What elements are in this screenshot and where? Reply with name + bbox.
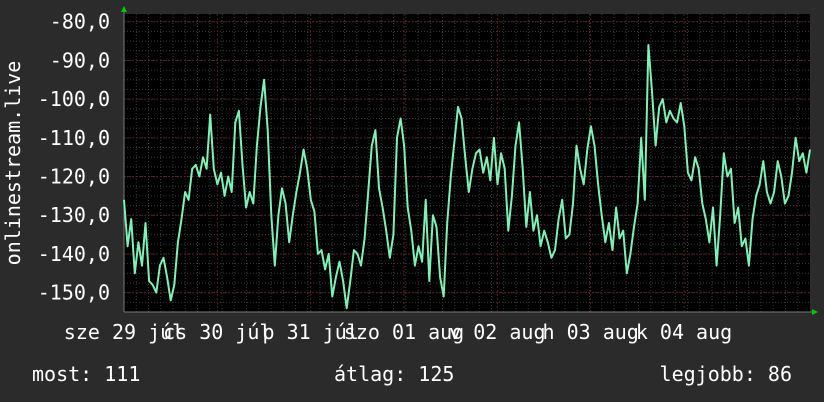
plot-area bbox=[124, 14, 810, 312]
x-axis-arrow bbox=[812, 309, 818, 315]
y-tick-label: -90,0 bbox=[50, 48, 110, 72]
y-tick-label: -110,0 bbox=[38, 126, 110, 150]
y-axis-arrow bbox=[121, 6, 127, 12]
y-tick-label: -80,0 bbox=[50, 10, 110, 34]
x-tick-label: h 03 aug bbox=[543, 320, 639, 344]
x-tick-label: v 02 aug bbox=[449, 320, 545, 344]
y-tick-label: -130,0 bbox=[38, 203, 110, 227]
stat-current: most: 111 bbox=[32, 362, 141, 386]
y-tick-label: -150,0 bbox=[38, 281, 110, 305]
x-tick-label: k 04 aug bbox=[636, 320, 732, 344]
y-tick-label: -100,0 bbox=[38, 87, 110, 111]
stat-best: legjobb: 86 bbox=[659, 362, 792, 386]
line-chart: -80,0 -90,0 -100,0 -110,0 -120,0 -130,0 -140,0… bbox=[1, 6, 818, 344]
x-tick-label: cs 30 júl bbox=[163, 320, 271, 344]
y-axis-label: onlinestream.live bbox=[1, 61, 25, 266]
stat-average: átlag: 125 bbox=[334, 362, 455, 386]
chart-panel: -80,0 -90,0 -100,0 -110,0 -120,0 -130,0 -140,0… bbox=[0, 0, 824, 402]
y-tick-label: -140,0 bbox=[38, 242, 110, 266]
x-tick-label: szo 01 aug bbox=[344, 320, 464, 344]
y-tick-label: -120,0 bbox=[38, 165, 110, 189]
